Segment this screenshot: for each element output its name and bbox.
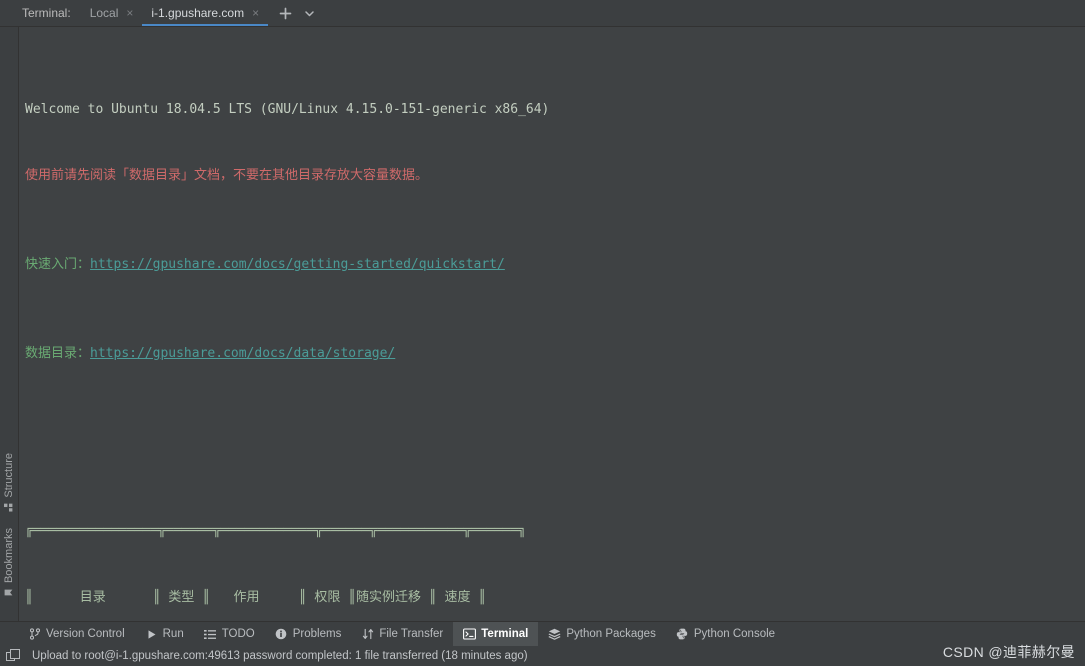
toolwindow-problems[interactable]: Problems bbox=[265, 622, 352, 646]
ide-body: Structure Bookmarks Welcome to Ubuntu 18… bbox=[0, 27, 1085, 621]
datadir-link[interactable]: https://gpushare.com/docs/data/storage/ bbox=[90, 346, 395, 361]
terminal-tab-local-label: Local bbox=[89, 6, 119, 20]
play-icon bbox=[145, 628, 158, 641]
list-icon bbox=[204, 628, 217, 641]
toolwindow-version-control-label: Version Control bbox=[46, 628, 125, 640]
plus-icon[interactable] bbox=[274, 2, 296, 24]
python-icon bbox=[676, 628, 689, 641]
toolwindow-run[interactable]: Run bbox=[135, 622, 194, 646]
close-icon[interactable]: × bbox=[252, 7, 259, 19]
toolwindow-python-packages[interactable]: Python Packages bbox=[538, 622, 666, 646]
sidebar-item-bookmarks-label: Bookmarks bbox=[3, 527, 15, 583]
terminal-tab-local[interactable]: Local × bbox=[81, 0, 143, 26]
terminal-output-pane[interactable]: Welcome to Ubuntu 18.04.5 LTS (GNU/Linux… bbox=[19, 27, 1085, 621]
terminal-line-quickstart: 快速入门：https://gpushare.com/docs/getting-s… bbox=[25, 254, 1085, 276]
windows-icon[interactable] bbox=[6, 648, 22, 664]
status-bar: Upload to root@i-1.gpushare.com:49613 pa… bbox=[0, 646, 1085, 666]
toolwindow-python-packages-label: Python Packages bbox=[566, 628, 656, 640]
toolwindow-todo[interactable]: TODO bbox=[194, 622, 265, 646]
terminal-tab-tools bbox=[268, 0, 320, 26]
sidebar-item-structure[interactable]: Structure bbox=[3, 453, 15, 512]
terminal-line-welcome: Welcome to Ubuntu 18.04.5 LTS (GNU/Linux… bbox=[25, 101, 550, 117]
structure-icon bbox=[4, 503, 14, 512]
layers-icon bbox=[548, 628, 561, 641]
bookmark-icon bbox=[5, 588, 14, 597]
terminal-icon bbox=[463, 628, 477, 641]
terminal-tabbar: Terminal: Local × i-1.gpushare.com × bbox=[0, 0, 1085, 27]
branch-icon bbox=[28, 628, 41, 641]
bottom-toolwindow-bar: Version Control Run TODO Problems File T… bbox=[0, 621, 1085, 646]
toolwindow-run-label: Run bbox=[162, 628, 184, 640]
terminal-tab-gpushare-label: i-1.gpushare.com bbox=[151, 6, 245, 20]
toolwindow-version-control[interactable]: Version Control bbox=[18, 622, 135, 646]
terminal-tab-gpushare[interactable]: i-1.gpushare.com × bbox=[142, 0, 268, 26]
terminal-text: Welcome to Ubuntu 18.04.5 LTS (GNU/Linux… bbox=[25, 32, 1085, 621]
terminal-line-warning: 使用前请先阅读「数据目录」文档，不要在其他目录存放大容量数据。 bbox=[25, 168, 429, 184]
toolwindow-file-transfer[interactable]: File Transfer bbox=[351, 622, 453, 646]
transfer-icon bbox=[361, 628, 374, 641]
terminal-line-datadir: 数据目录：https://gpushare.com/docs/data/stor… bbox=[25, 343, 1085, 365]
toolwindow-python-console[interactable]: Python Console bbox=[666, 622, 785, 646]
ide-window: Terminal: Local × i-1.gpushare.com × Str… bbox=[0, 0, 1085, 666]
toolwindow-file-transfer-label: File Transfer bbox=[379, 628, 444, 640]
close-icon[interactable]: × bbox=[126, 7, 133, 19]
sidebar-item-structure-label: Structure bbox=[3, 453, 15, 498]
toolwindow-python-console-label: Python Console bbox=[693, 628, 776, 640]
quickstart-label: 快速入门： bbox=[25, 257, 91, 273]
table-border-top: ╔════════════════╦══════╦════════════╦══… bbox=[25, 523, 526, 539]
table-header-row: ║ 目录 ║ 类型 ║ 作用 ║ 权限 ║随实例迁移 ║ 速度 ║ bbox=[25, 590, 487, 606]
left-toolwindow-stripe: Structure Bookmarks bbox=[0, 27, 19, 621]
status-message: Upload to root@i-1.gpushare.com:49613 pa… bbox=[32, 650, 528, 662]
toolwindow-problems-label: Problems bbox=[292, 628, 342, 640]
toolwindow-terminal[interactable]: Terminal bbox=[453, 622, 539, 646]
toolwindow-terminal-label: Terminal bbox=[481, 628, 529, 640]
datadir-label: 数据目录： bbox=[25, 345, 91, 361]
toolwindow-todo-label: TODO bbox=[221, 628, 255, 640]
sidebar-item-bookmarks[interactable]: Bookmarks bbox=[3, 528, 15, 597]
info-icon bbox=[275, 628, 288, 641]
terminal-tabbar-label: Terminal: bbox=[22, 6, 71, 20]
quickstart-link[interactable]: https://gpushare.com/docs/getting-starte… bbox=[90, 257, 505, 272]
chevron-down-icon[interactable] bbox=[298, 2, 320, 24]
